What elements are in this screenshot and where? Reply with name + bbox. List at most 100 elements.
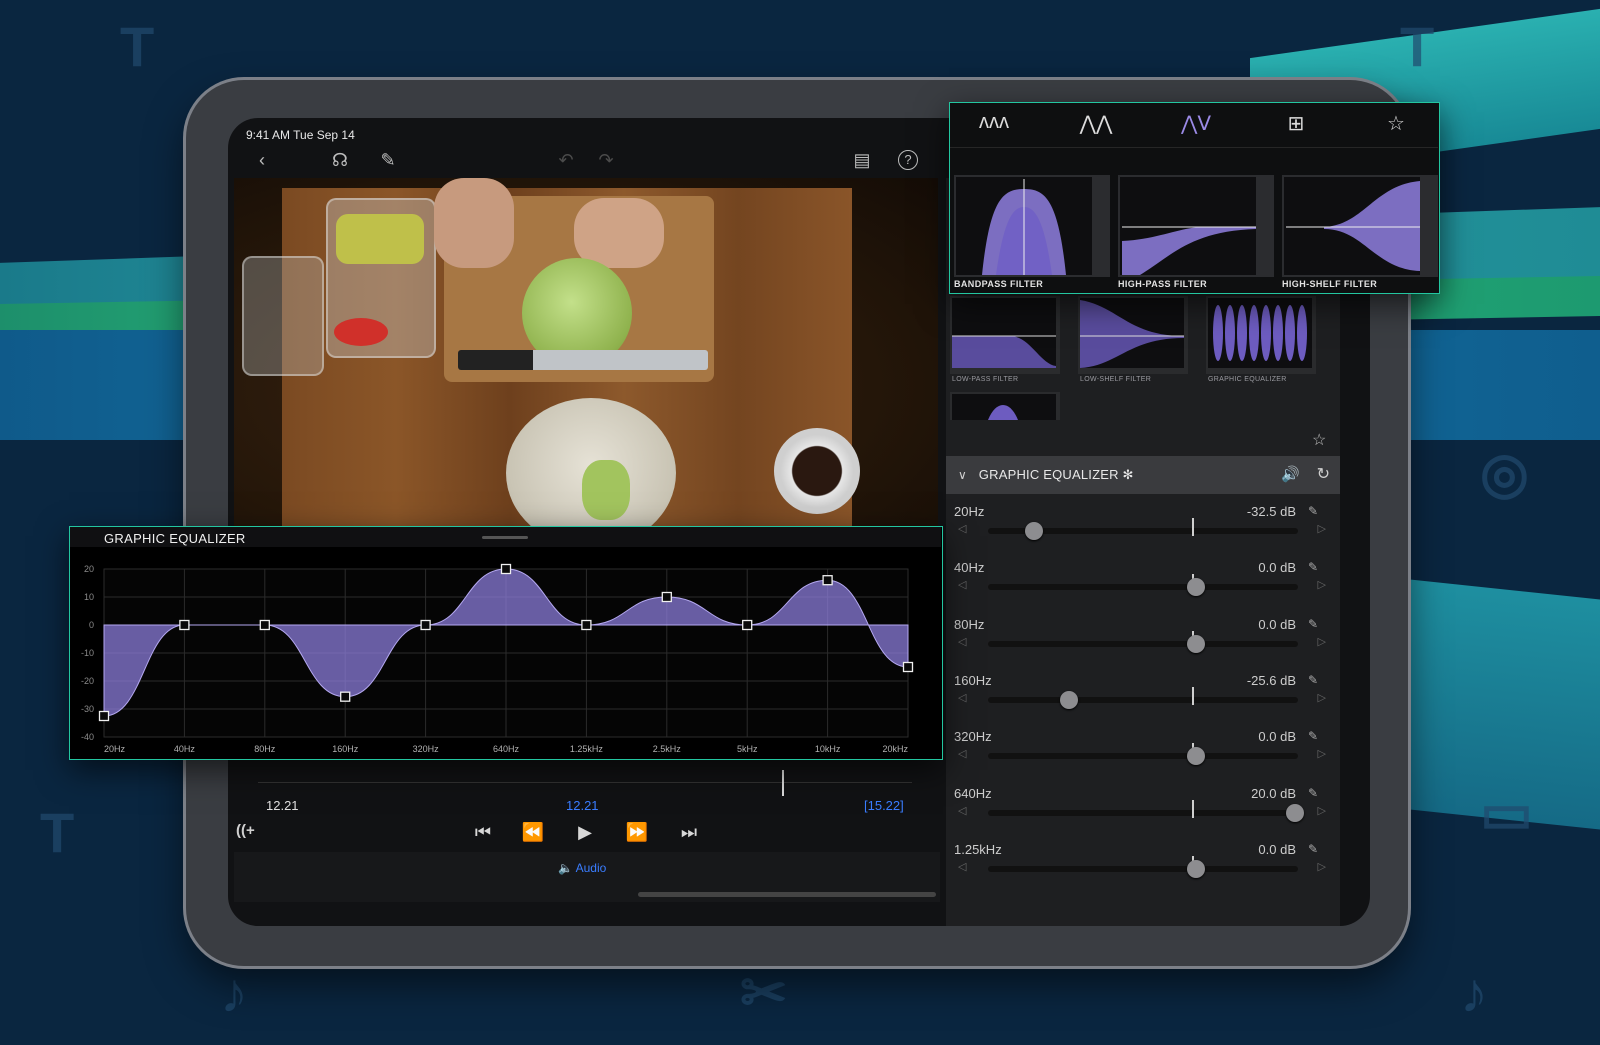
eq-x-tick-label: 40Hz [174,744,196,754]
speaker-icon[interactable]: 🔊 [1281,465,1300,483]
favorites-star-icon[interactable]: ☆ [1312,430,1326,450]
eq-band-row: 80Hz 0.0 dB ✎ ◁ ▷ [946,617,1340,673]
text-tool-icon: T [1400,15,1435,78]
eq-x-tick-label: 80Hz [254,744,276,754]
drag-handle[interactable] [482,536,528,539]
play-button[interactable]: ▶ [572,822,598,843]
video-object [334,318,388,346]
eq-section-header[interactable]: ∨ GRAPHIC EQUALIZER ✻ 🔊 ↻ [946,456,1340,494]
tab-filter-favorites[interactable]: ☆ [1376,111,1416,141]
edit-pencil-icon[interactable]: ✎ [1308,673,1318,687]
eq-curve-plot[interactable]: 20 10 0 -10 -20 -30 -40 20Hz 40Hz 80Hz 160Hz 320Hz 6… [70,549,942,757]
increment-icon[interactable]: ▷ [1318,578,1326,591]
tab-filter-dynamics[interactable]: ⊞ [1276,111,1316,141]
tab-filter-peaks[interactable]: ʌʌʌ [974,111,1014,141]
decrement-icon[interactable]: ◁ [958,522,966,535]
back-chevron-icon[interactable]: ‹ [250,148,274,172]
gain-slider-track[interactable] [988,753,1298,760]
clipboard-icon[interactable]: ▤ [850,148,874,172]
skip-to-end-button[interactable]: ⏭ [676,822,702,843]
increment-icon[interactable]: ▷ [1318,804,1326,817]
edit-pencil-icon[interactable]: ✎ [1308,504,1318,518]
eq-band-handle[interactable] [340,691,351,702]
gain-slider-knob[interactable] [1186,634,1205,653]
gain-slider-knob[interactable] [1186,747,1205,766]
tab-audio[interactable]: 🔈 Audio [558,861,606,875]
collapse-chevron-icon[interactable]: ∨ [958,468,967,482]
filter-card-high-shelf[interactable] [1282,175,1438,277]
decrement-icon[interactable]: ◁ [958,860,966,873]
increment-icon[interactable]: ▷ [1318,691,1326,704]
decrement-icon[interactable]: ◁ [958,578,966,591]
increment-icon[interactable]: ▷ [1318,522,1326,535]
gain-slider-track[interactable] [988,696,1298,703]
eq-band-handle[interactable] [661,591,672,603]
gain-slider-knob[interactable] [1186,578,1205,597]
effect-thumb-bandpass-partial[interactable] [950,392,1060,420]
gain-slider-track[interactable] [988,865,1298,872]
gain-slider-track[interactable] [988,640,1298,647]
effect-thumb-graphic-eq[interactable] [1206,296,1316,374]
decrement-icon[interactable]: ◁ [958,747,966,760]
eq-band-handle[interactable] [420,619,431,631]
status-bar-time: 9:41 AM Tue Sep 14 [246,128,355,142]
bandpass-curve-icon [956,177,1092,275]
headphones-icon[interactable]: ☊ [328,148,352,172]
increment-icon[interactable]: ▷ [1318,860,1326,873]
eq-band-handle[interactable] [742,619,753,631]
gain-slider-knob[interactable] [1186,859,1205,878]
tab-filter-eq[interactable]: ⋀ᐯ [1176,111,1216,141]
undo-icon[interactable]: ↶ [554,148,578,172]
redo-icon[interactable]: ↷ [594,148,618,172]
edit-pencil-icon[interactable]: ✎ [1308,617,1318,631]
add-clip-icon[interactable]: ((+ [236,822,255,839]
gain-slider-knob[interactable] [1059,690,1078,709]
eq-band-handle[interactable] [822,575,833,586]
effect-thumb-low-shelf[interactable] [1078,296,1188,374]
eq-y-tick-label: -30 [81,704,94,714]
voiceover-icon[interactable]: ✎ [376,148,400,172]
gain-slider-track[interactable] [988,584,1298,591]
eq-band-handle[interactable] [581,619,592,631]
chat-icon: ▭ [1480,781,1533,844]
decrement-icon[interactable]: ◁ [958,635,966,648]
video-viewer[interactable] [234,178,938,526]
edit-pencil-icon[interactable]: ✎ [1308,560,1318,574]
band-frequency-label: 320Hz [954,729,992,745]
video-object [434,178,514,268]
step-forward-button[interactable]: ⏩ [624,822,650,843]
eq-y-tick-label: -10 [81,648,94,658]
timeline-ruler[interactable] [258,782,912,783]
eq-band-handle[interactable] [500,563,512,575]
help-icon[interactable]: ? [898,150,918,170]
filter-label: BANDPASS FILTER [954,279,1044,289]
eq-y-tick-label: -40 [81,732,94,742]
eq-band-handle[interactable] [179,619,190,631]
eq-band-handle[interactable] [902,661,914,673]
playhead[interactable] [782,770,784,796]
decrement-icon[interactable]: ◁ [958,804,966,817]
tab-filter-spectrum[interactable]: ⋀⋀ [1076,111,1116,141]
graphic-eq-callout: GRAPHIC EQUALIZER 20 10 0 -10 -20 -30 -40 20Hz 4… [69,526,943,760]
reset-icon[interactable]: ↻ [1317,464,1330,484]
gain-slider-track[interactable] [988,809,1298,816]
decrement-icon[interactable]: ◁ [958,691,966,704]
edit-pencil-icon[interactable]: ✎ [1308,842,1318,856]
eq-x-tick-label: 2.5kHz [653,744,682,754]
edit-pencil-icon[interactable]: ✎ [1308,786,1318,800]
zero-marker [1192,518,1194,536]
filter-card-bandpass[interactable] [954,175,1110,277]
video-object [582,460,630,520]
gain-slider-knob[interactable] [1286,803,1304,822]
step-back-button[interactable]: ⏪ [520,822,546,843]
edit-pencil-icon[interactable]: ✎ [1308,729,1318,743]
increment-icon[interactable]: ▷ [1318,635,1326,648]
effect-thumb-low-pass[interactable] [950,296,1060,374]
gain-slider-knob[interactable] [1025,522,1044,540]
eq-band-handle[interactable] [98,710,110,722]
skip-to-start-button[interactable]: ⏮ [470,822,496,843]
eq-band-handle[interactable] [259,619,270,631]
band-gain-value: 0.0 dB [1258,729,1296,745]
filter-card-high-pass[interactable] [1118,175,1274,277]
increment-icon[interactable]: ▷ [1318,747,1326,760]
